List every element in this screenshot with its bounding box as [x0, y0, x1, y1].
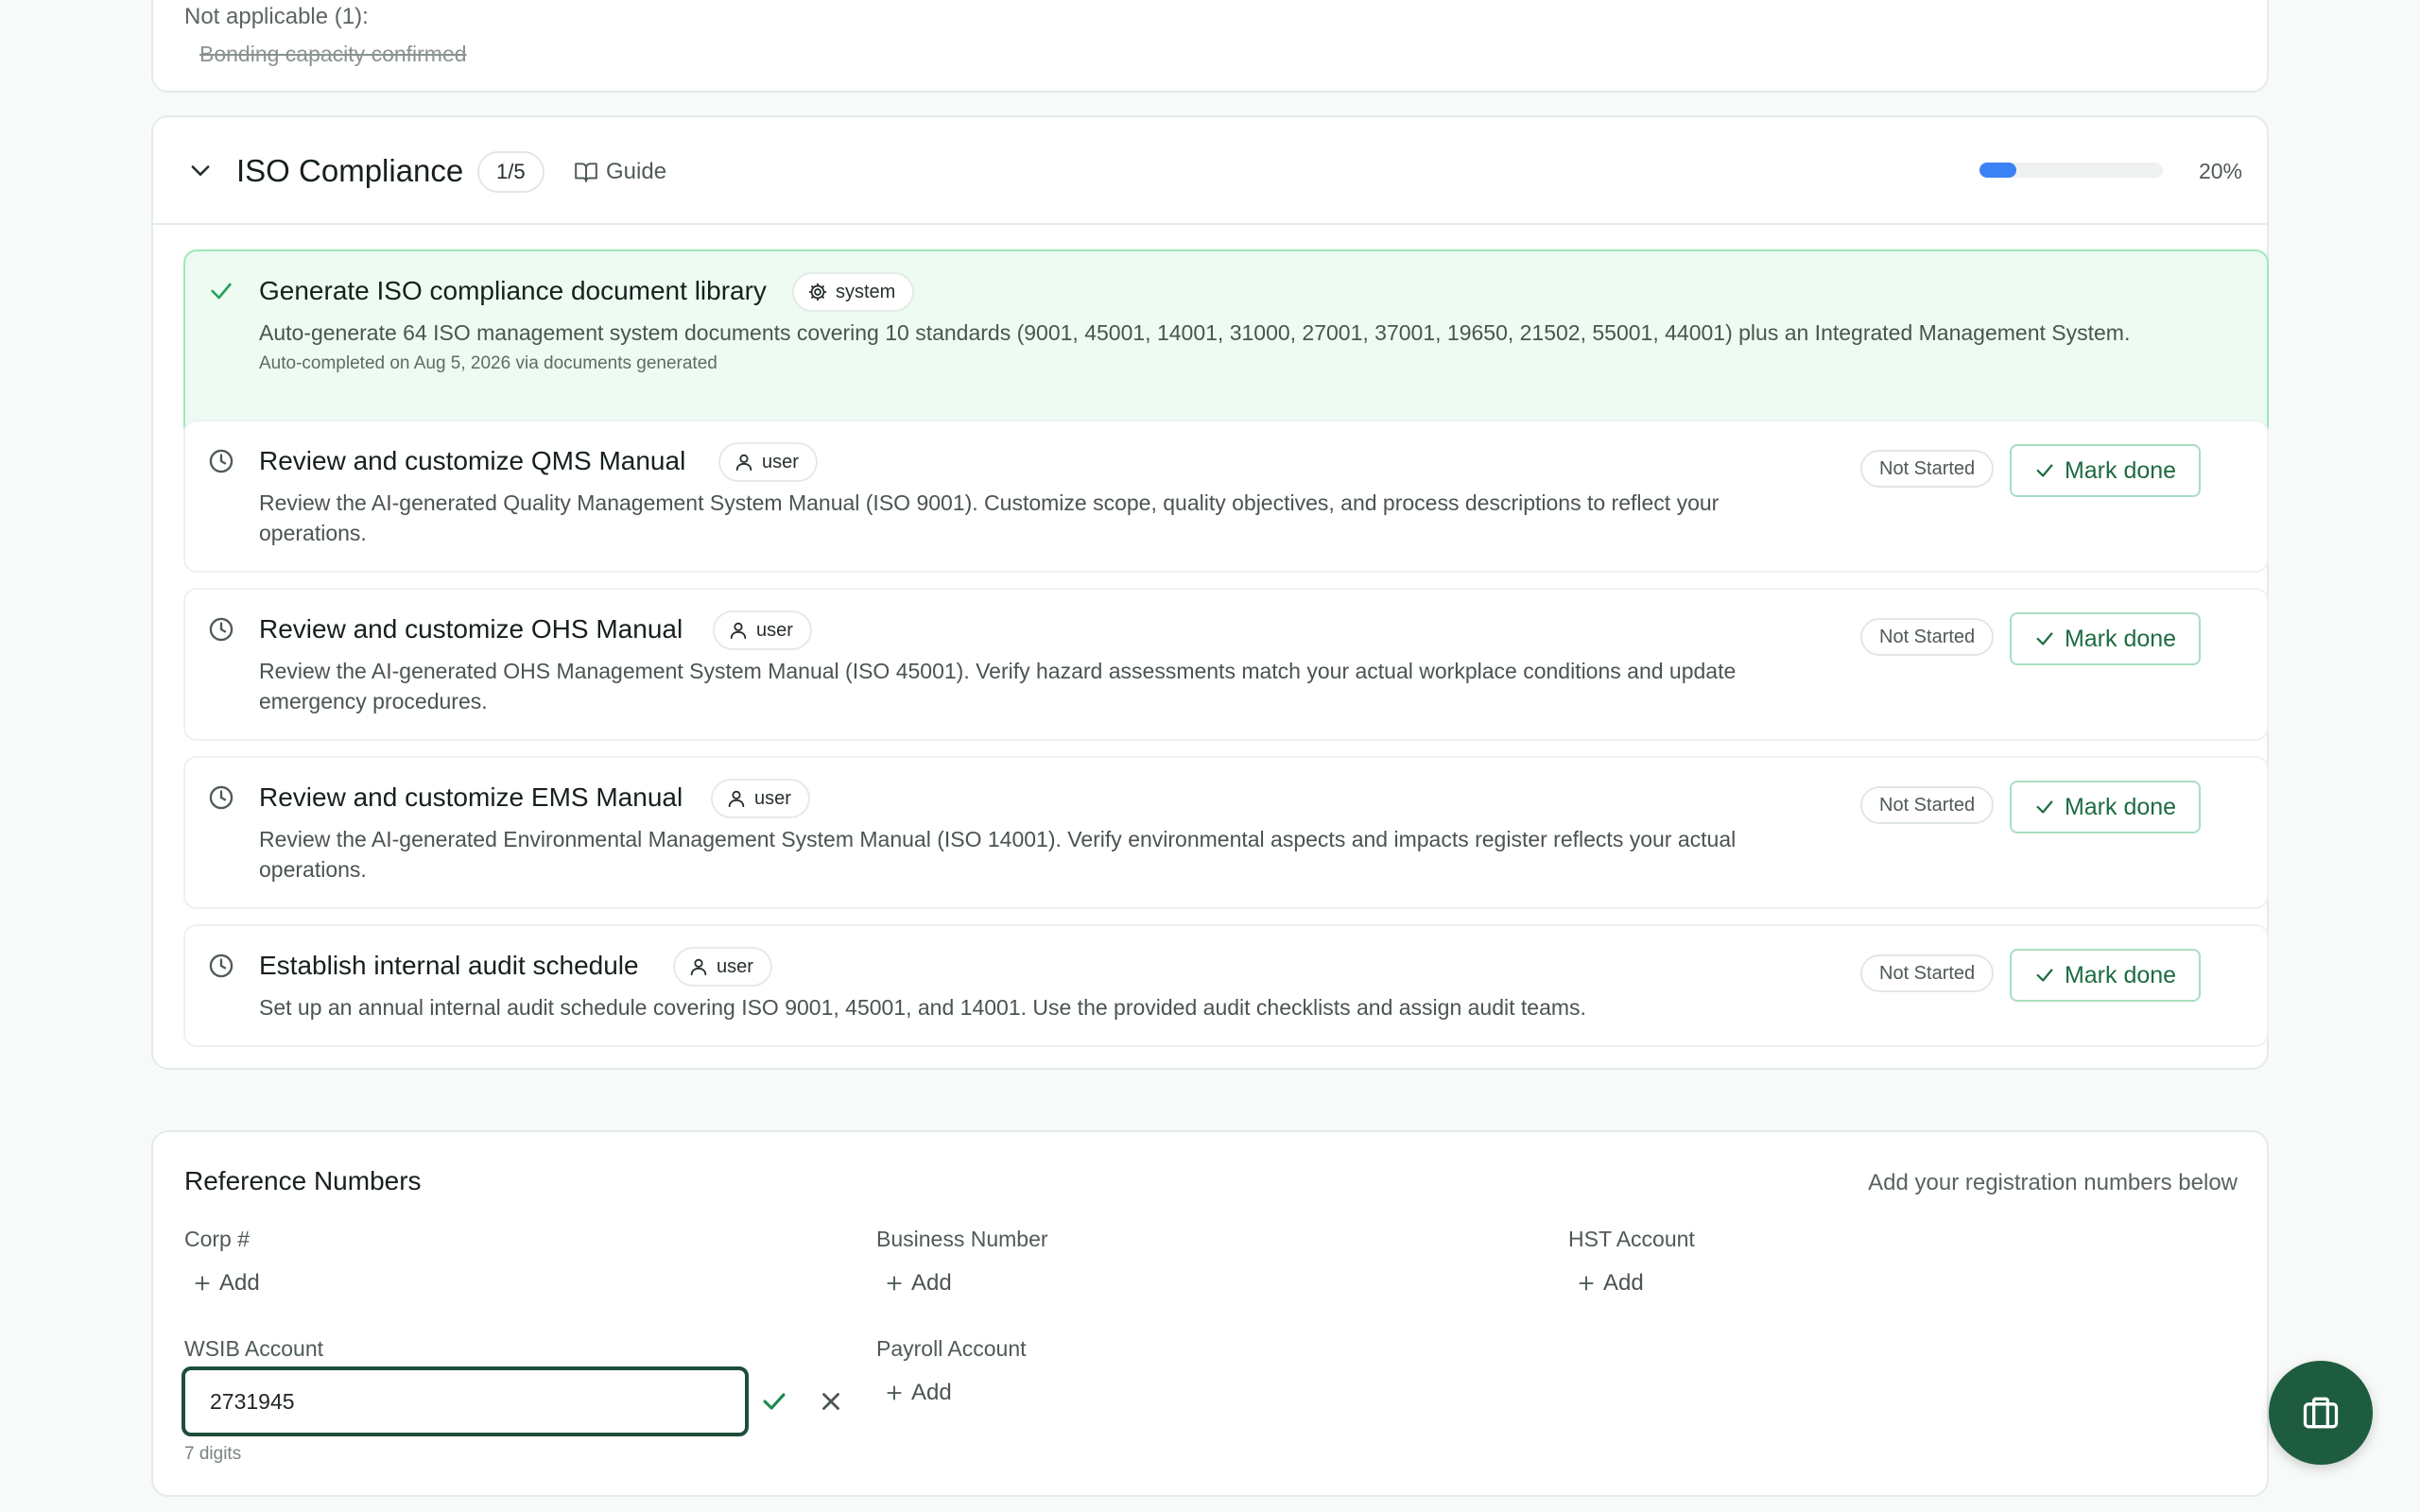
task-completion-note: Auto-completed on Aug 5, 2026 via docume…: [259, 353, 717, 373]
role-badge: user: [718, 442, 818, 482]
mark-done-label: Mark done: [2064, 625, 2177, 652]
task-item: Review and customize QMS Manual user Rev…: [183, 420, 2269, 573]
section-hint: Add your registration numbers below: [1868, 1170, 2238, 1195]
mark-done-button[interactable]: Mark done: [2010, 781, 2201, 833]
mark-done-button[interactable]: Mark done: [2010, 612, 2201, 665]
confirm-icon[interactable]: [758, 1385, 790, 1418]
task-item: Review and customize EMS Manual user Rev…: [183, 756, 2269, 909]
chevron-down-icon[interactable]: [187, 157, 214, 183]
mark-done-label: Mark done: [2064, 456, 2177, 484]
add-label: Add: [1603, 1270, 1644, 1296]
add-corp-button[interactable]: Add: [193, 1270, 260, 1297]
user-icon: [688, 956, 709, 977]
task-title: Review and customize OHS Manual: [259, 614, 683, 644]
mark-done-button[interactable]: Mark done: [2010, 444, 2201, 497]
field-label-business-number: Business Number: [876, 1227, 1048, 1251]
task-description: Review the AI-generated Environmental Ma…: [259, 827, 1737, 882]
plus-icon: [885, 1274, 904, 1293]
add-label: Add: [911, 1270, 952, 1296]
role-label: user: [717, 955, 753, 977]
add-payroll-account-button[interactable]: Add: [885, 1380, 952, 1406]
role-badge: system: [792, 272, 915, 312]
progress-percent: 20%: [2198, 159, 2242, 183]
iso-compliance-section: ISO Compliance 1/5 Guide 20% Generate IS…: [151, 115, 2269, 1070]
not-applicable-title: Not applicable (1):: [184, 4, 369, 29]
mark-done-button[interactable]: Mark done: [2010, 949, 2201, 1002]
check-icon: [2034, 797, 2055, 817]
clock-icon: [208, 784, 234, 811]
role-badge: user: [713, 610, 812, 650]
plus-icon: [885, 1383, 904, 1402]
role-label: user: [756, 619, 793, 641]
status-badge: Not Started: [1860, 786, 1995, 824]
task-title: Review and customize EMS Manual: [259, 782, 683, 812]
task-item: Generate ISO compliance document library…: [183, 249, 2269, 440]
briefcase-fab-button[interactable]: [2269, 1361, 2373, 1465]
field-helper-text: 7 digits: [184, 1444, 242, 1464]
field-label-hst-account: HST Account: [1568, 1227, 1695, 1251]
plus-icon: [1577, 1274, 1596, 1293]
check-icon: [208, 278, 234, 304]
not-applicable-item: Bonding capacity confirmed: [199, 42, 467, 66]
plus-icon: [193, 1274, 212, 1293]
progress-bar-fill: [1979, 163, 2016, 178]
user-icon: [726, 788, 747, 809]
role-label: user: [754, 787, 791, 809]
add-label: Add: [911, 1380, 952, 1405]
task-item: Establish internal audit schedule user S…: [183, 924, 2269, 1047]
field-label-wsib-account: WSIB Account: [184, 1336, 324, 1361]
task-description: Review the AI-generated OHS Management S…: [259, 659, 1737, 713]
guide-link[interactable]: Guide: [574, 155, 666, 189]
reference-numbers-section: Reference Numbers Add your registration …: [151, 1130, 2269, 1497]
close-icon[interactable]: [817, 1387, 845, 1416]
task-description: Review the AI-generated Quality Manageme…: [259, 490, 1720, 545]
guide-label: Guide: [606, 159, 667, 184]
briefcase-icon: [2300, 1392, 2342, 1434]
role-label: user: [762, 451, 799, 472]
field-label-payroll-account: Payroll Account: [876, 1336, 1027, 1361]
add-hst-account-button[interactable]: Add: [1577, 1270, 1644, 1297]
field-label-corp: Corp #: [184, 1227, 251, 1251]
clock-icon: [208, 616, 234, 643]
status-badge: Not Started: [1860, 618, 1995, 656]
not-applicable-card: Not applicable (1): Bonding capacity con…: [151, 0, 2269, 93]
mark-done-label: Mark done: [2064, 793, 2177, 820]
user-icon: [728, 620, 749, 641]
clock-icon: [208, 953, 234, 979]
user-icon: [734, 452, 754, 472]
gear-icon: [807, 282, 828, 302]
check-icon: [2034, 965, 2055, 986]
book-open-icon: [574, 160, 598, 184]
section-header: ISO Compliance 1/5 Guide 20%: [153, 117, 2267, 225]
role-badge: user: [711, 779, 810, 818]
check-icon: [2034, 628, 2055, 649]
section-title: Reference Numbers: [184, 1166, 422, 1195]
task-title: Generate ISO compliance document library: [259, 276, 767, 305]
task-title: Establish internal audit schedule: [259, 951, 639, 980]
clock-icon: [208, 448, 234, 474]
check-icon: [2034, 460, 2055, 481]
task-description: Set up an annual internal audit schedule…: [259, 995, 1586, 1020]
status-badge: Not Started: [1860, 954, 1995, 992]
add-business-number-button[interactable]: Add: [885, 1270, 952, 1297]
add-label: Add: [219, 1270, 260, 1296]
progress-count-badge: 1/5: [477, 151, 544, 193]
mark-done-label: Mark done: [2064, 961, 2177, 988]
progress-bar: [1979, 163, 2163, 178]
wsib-account-input[interactable]: [182, 1366, 749, 1436]
task-description: Auto-generate 64 ISO management system d…: [259, 320, 2131, 345]
role-badge: user: [673, 947, 772, 987]
status-badge: Not Started: [1860, 450, 1995, 488]
section-title: ISO Compliance: [236, 153, 464, 188]
role-label: system: [836, 281, 896, 302]
task-title: Review and customize QMS Manual: [259, 446, 686, 475]
task-item: Review and customize OHS Manual user Rev…: [183, 588, 2269, 741]
